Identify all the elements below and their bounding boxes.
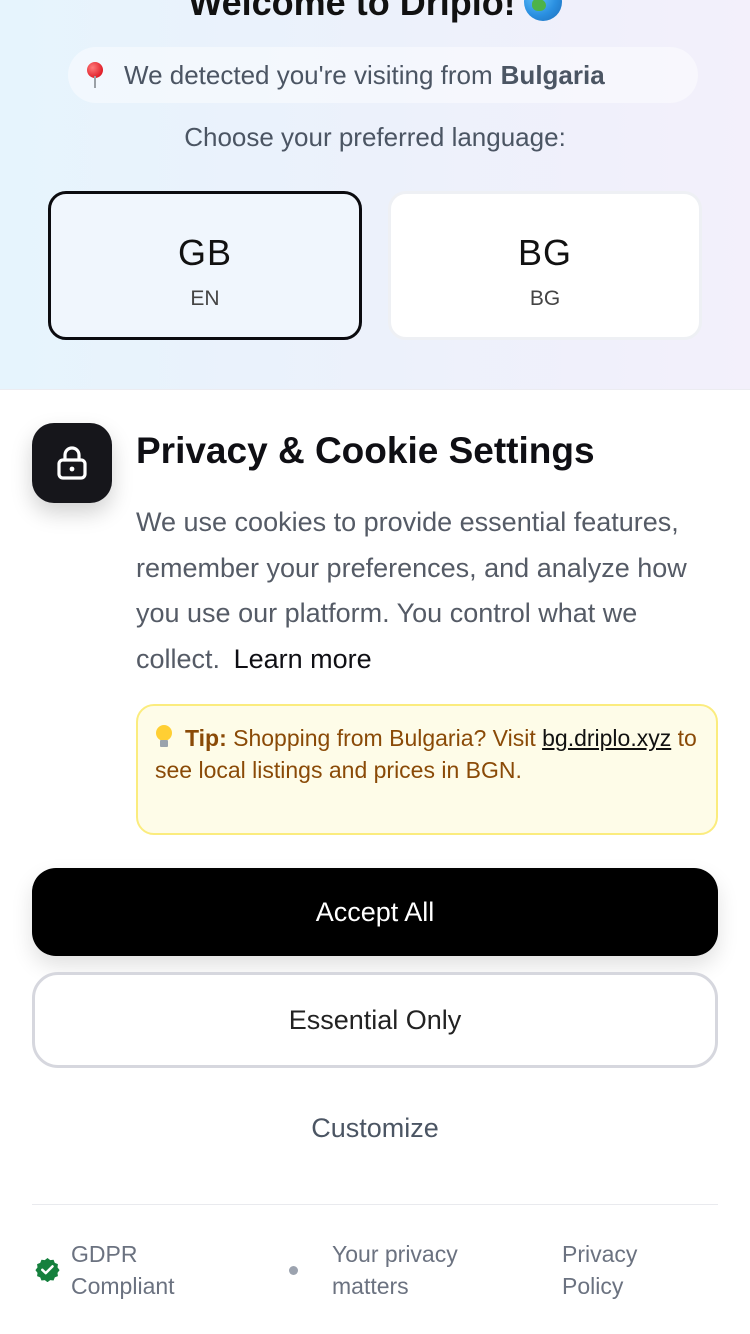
language-option-bg[interactable]: BG BG [388, 191, 702, 340]
privacy-title: Privacy & Cookie Settings [136, 430, 595, 471]
language-code: BG [517, 232, 572, 273]
tip-banner: Tip: Shopping from Bulgaria? Visit bg.dr… [136, 704, 718, 835]
cookie-consent-screen: Welcome to Driplo! We detected you're vi… [0, 0, 750, 1334]
tip-text-before: Shopping from Bulgaria? Visit [233, 725, 536, 751]
language-section: Welcome to Driplo! We detected you're vi… [0, 0, 750, 390]
customize-button[interactable]: Customize [32, 1090, 718, 1166]
gdpr-compliant-label: GDPR Compliant [71, 1241, 175, 1299]
lock-badge [32, 423, 112, 503]
globe-icon [523, 0, 562, 21]
language-code: GB [177, 232, 232, 273]
lock-icon [57, 446, 87, 480]
tip-label: Tip: [185, 725, 227, 751]
footer-separator [289, 1266, 298, 1275]
language-label: BG [529, 287, 561, 310]
language-option-en[interactable]: GB EN [48, 191, 362, 340]
privacy-description-text: We use cookies to provide essential feat… [136, 507, 687, 674]
privacy-policy-link[interactable]: Privacy Policy [562, 1238, 692, 1302]
learn-more-link[interactable]: Learn more [234, 644, 372, 674]
essential-only-button[interactable]: Essential Only [32, 972, 718, 1068]
language-prompt: Choose your preferred language: [184, 122, 566, 152]
welcome-heading: Welcome to Driplo! [0, 0, 750, 24]
location-pin-icon [84, 60, 106, 90]
privacy-matters-label: Your privacy matters [332, 1241, 458, 1299]
detected-text: We detected you're visiting from [124, 59, 493, 90]
lightbulb-icon [155, 725, 173, 749]
location-detected-pill: We detected you're visiting from Bulgari… [68, 47, 698, 103]
detected-country: Bulgaria [500, 59, 605, 90]
welcome-title: Welcome to Driplo! [188, 0, 516, 23]
footer-divider [32, 1204, 718, 1205]
local-site-link[interactable]: bg.driplo.xyz [542, 725, 671, 751]
privacy-description: We use cookies to provide essential feat… [136, 500, 716, 682]
language-label: EN [190, 287, 220, 310]
accept-all-button[interactable]: Accept All [32, 868, 718, 956]
check-circle-icon [35, 1258, 60, 1282]
